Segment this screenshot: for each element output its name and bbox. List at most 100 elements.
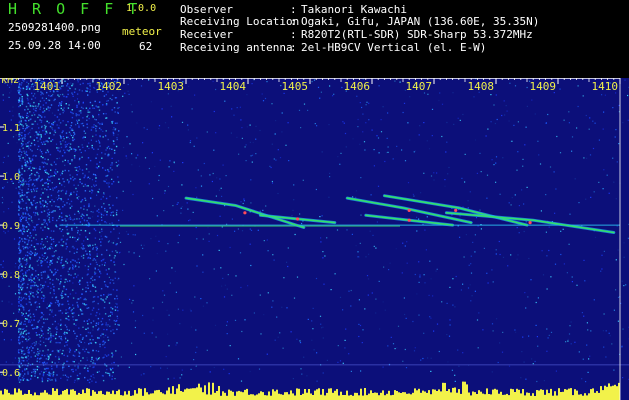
interference-dot [32, 108, 35, 110]
noise-bar [208, 382, 210, 400]
noise-dot [418, 314, 420, 316]
interference-dot [77, 306, 79, 308]
noise-dot [158, 128, 160, 130]
noise-dot [181, 121, 184, 123]
noise-dot [414, 347, 416, 349]
interference-dot [44, 281, 47, 283]
interference-dot [94, 363, 96, 365]
interference-dot [37, 326, 40, 328]
noise-dot [227, 274, 229, 276]
interference-dot [50, 230, 53, 232]
noise-dot [72, 368, 74, 370]
noise-dot [111, 362, 113, 364]
noise-dot [143, 373, 145, 375]
interference-dot [40, 134, 42, 136]
interference-dot [67, 311, 69, 314]
interference-dot [40, 119, 43, 122]
interference-dot [115, 145, 118, 148]
noise-dot [555, 188, 557, 190]
noise-dot [520, 377, 522, 379]
noise-dot [77, 198, 79, 200]
noise-dot [77, 232, 79, 234]
interference-dot [89, 338, 91, 341]
interference-dot [45, 131, 47, 133]
noise-dot [581, 312, 583, 314]
interference-dot [47, 266, 50, 268]
interference-dot [104, 354, 106, 356]
interference-dot [37, 354, 39, 356]
noise-dot [96, 263, 98, 266]
interference-dot [60, 338, 62, 340]
noise-dot [447, 361, 449, 363]
interference-dot [40, 94, 42, 96]
noise-dot [72, 282, 74, 284]
noise-dot [150, 101, 152, 103]
noise-dot [357, 118, 359, 121]
interference-dot [42, 229, 44, 231]
noise-bar [366, 395, 368, 400]
interference-dot [34, 120, 36, 123]
interference-dot [91, 335, 93, 337]
interference-dot [64, 151, 66, 154]
interference-dot [30, 375, 33, 377]
noise-dot [550, 276, 552, 278]
interference-dot [61, 85, 63, 87]
noise-bar [438, 389, 440, 400]
interference-dot [25, 123, 27, 125]
noise-dot [211, 180, 213, 183]
interference-dot [29, 236, 31, 239]
interference-dot [45, 370, 47, 372]
interference-dot [23, 130, 26, 132]
interference-dot [50, 236, 52, 239]
interference-dot [21, 265, 23, 267]
noise-dot [311, 339, 313, 341]
interference-dot [39, 201, 41, 203]
noise-dot [446, 121, 448, 124]
noise-dot [132, 311, 135, 313]
interference-dot [96, 371, 99, 373]
interference-dot [20, 145, 23, 147]
interference-dot [74, 273, 76, 275]
noise-dot [492, 281, 494, 283]
noise-dot [333, 93, 335, 95]
noise-dot [459, 236, 461, 238]
interference-dot [96, 106, 99, 108]
interference-dot [51, 271, 53, 273]
interference-dot [40, 155, 42, 158]
noise-bar [294, 395, 296, 400]
interference-dot [31, 190, 33, 193]
interference-dot [108, 293, 111, 296]
interference-dot [113, 282, 115, 284]
interference-dot [66, 225, 68, 228]
noise-dot [271, 182, 274, 184]
interference-dot [59, 324, 62, 327]
noise-dot [468, 264, 470, 266]
noise-bar [506, 393, 508, 400]
interference-dot [67, 107, 70, 109]
noise-dot [235, 275, 237, 277]
noise-dot [589, 117, 591, 119]
noise-bar [556, 395, 558, 400]
interference-dot [27, 102, 30, 104]
interference-dot [102, 379, 105, 382]
noise-dot [567, 338, 569, 340]
interference-dot [27, 371, 29, 373]
noise-bar [498, 393, 500, 400]
interference-dot [97, 328, 100, 330]
interference-dot [43, 141, 45, 143]
interference-dot [105, 113, 107, 115]
interference-dot [40, 141, 43, 144]
noise-dot [479, 209, 481, 211]
interference-dot [49, 132, 51, 134]
noise-bar [98, 391, 100, 400]
interference-dot [99, 231, 101, 234]
interference-dot [81, 122, 84, 125]
interference-dot [69, 143, 72, 145]
interference-dot [92, 373, 94, 376]
interference-dot [33, 278, 35, 280]
interference-dot [24, 241, 26, 243]
noise-bar [40, 392, 42, 400]
interference-dot [40, 227, 42, 229]
interference-dot [36, 334, 38, 336]
noise-dot [78, 124, 80, 126]
